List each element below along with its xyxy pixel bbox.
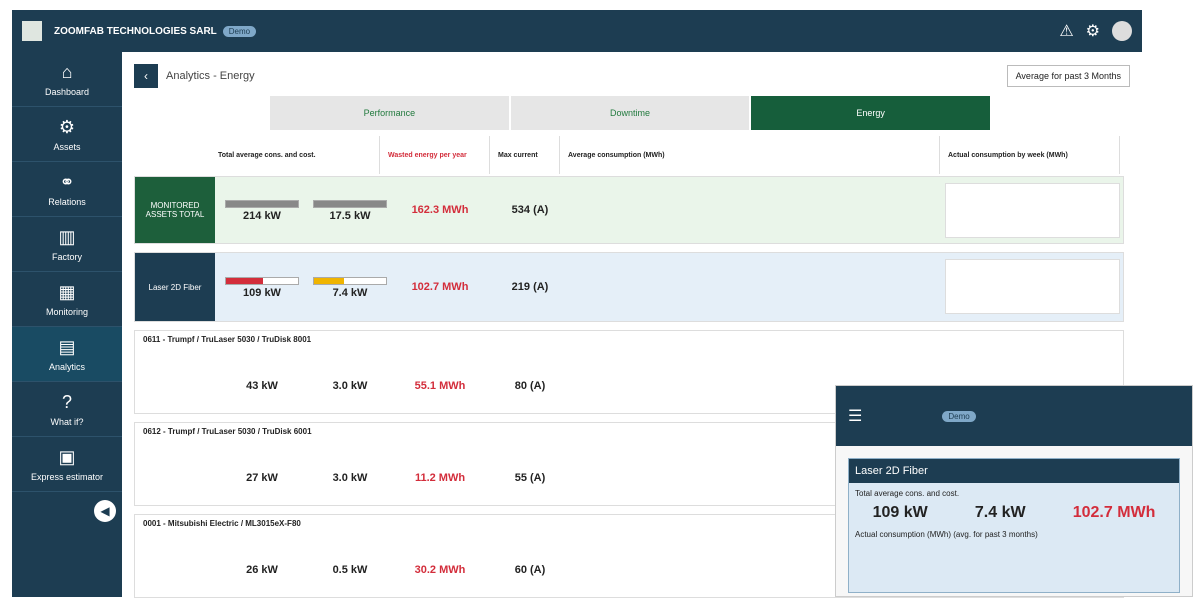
collapse-sidebar-button[interactable]: ◀ [94,500,116,522]
avatar[interactable] [1112,21,1132,41]
weekly-chart [945,183,1120,238]
sidebar-item-dashboard[interactable]: ⌂ Dashboard [12,52,122,107]
company-logo [22,21,42,41]
sidebar-item-what-if[interactable]: ? What if? [12,382,122,437]
sidebar-item-assets[interactable]: ⚙ Assets [12,107,122,162]
mobile-preview: ☰ Demo Laser 2D Fiber Total average cons… [835,385,1193,597]
relations-icon: ⚭ [59,171,75,192]
home-icon: ⌂ [61,61,73,82]
alert-icon[interactable]: ⚠ [1059,21,1073,41]
tab-energy[interactable]: Energy [751,96,991,130]
whatif-icon: ? [61,391,72,412]
weekly-chart [945,259,1120,314]
period-select[interactable]: Average for past 3 Months [1006,65,1130,87]
back-button[interactable]: ‹ [134,64,158,88]
sidebar-item-relations[interactable]: ⚭ Relations [12,162,122,217]
tab-performance[interactable]: Performance [270,96,509,130]
menu-icon[interactable]: ☰ [848,406,862,426]
sidebar: ⌂ Dashboard ⚙ Assets ⚭ Relations ▥ Factory ▦… [12,52,122,597]
sidebar-item-factory[interactable]: ▥ Factory [12,217,122,272]
summary-row-total[interactable]: MONITORED ASSETS TOTAL 214 kW 17.5 kW 16… [134,176,1124,244]
tab-downtime[interactable]: Downtime [510,96,750,130]
factory-icon: ▥ [58,226,76,247]
demo-badge: Demo [222,25,257,37]
company-name: ZOOMFAB TECHNOLOGIES SARL [54,25,217,37]
monitoring-icon: ▦ [58,281,76,302]
page-title: Analytics - Energy [166,70,255,82]
table-header: Total average cons. and cost. Wasted ene… [210,136,1120,174]
analytics-icon: ▤ [58,336,76,357]
sidebar-item-express-estimator[interactable]: ▣ Express estimator [12,437,122,492]
top-bar: ZOOMFAB TECHNOLOGIES SARL Demo ⚠ ⚙ [12,10,1142,52]
estimator-icon: ▣ [58,446,76,467]
summary-row-laser-2d-fiber[interactable]: Laser 2D Fiber 109 kW 7.4 kW 102.7 MWh 2… [134,252,1124,322]
sidebar-item-monitoring[interactable]: ▦ Monitoring [12,272,122,327]
gear-icon[interactable]: ⚙ [1086,21,1100,41]
sidebar-item-analytics[interactable]: ▤ Analytics [12,327,122,382]
assets-icon: ⚙ [58,116,76,137]
